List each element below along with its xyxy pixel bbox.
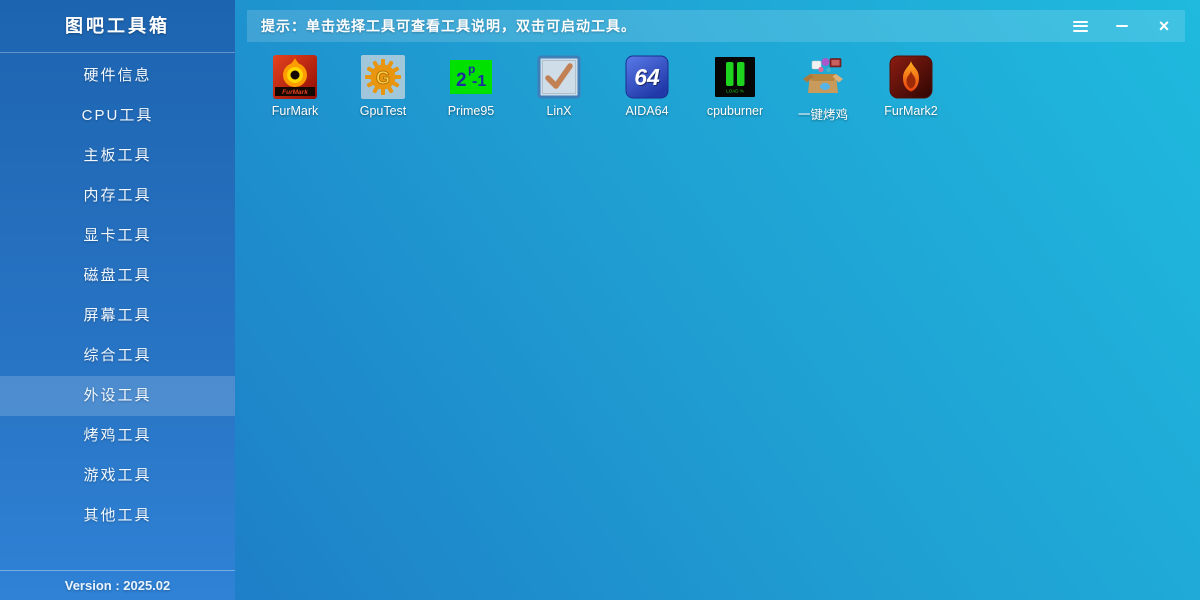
svg-text:FurMark: FurMark [282, 89, 308, 96]
sidebar-item-stresstest-tools[interactable]: 烤鸡工具 [0, 416, 235, 456]
sidebar-item-cpu-tools[interactable]: CPU工具 [0, 96, 235, 136]
yijian-kaoji-icon [801, 55, 845, 99]
tool-furmark[interactable]: FurMark FurMark [251, 55, 339, 123]
sidebar-item-motherboard-tools[interactable]: 主板工具 [0, 136, 235, 176]
sidebar-item-game-tools[interactable]: 游戏工具 [0, 456, 235, 496]
sidebar-nav: 硬件信息CPU工具主板工具内存工具显卡工具磁盘工具屏幕工具综合工具外设工具烤鸡工… [0, 53, 235, 536]
minimize-icon [1116, 25, 1128, 27]
prime95-icon: 2 p -1 [449, 55, 493, 99]
sidebar-item-hardware-info[interactable]: 硬件信息 [0, 56, 235, 96]
tip-text: 提示：单击选择工具可查看工具说明，双击可启动工具。 [247, 16, 1059, 36]
version-label: Version : 2025.02 [0, 570, 235, 600]
sidebar-item-peripheral-tools[interactable]: 外设工具 [0, 376, 235, 416]
sidebar-item-disk-tools[interactable]: 磁盘工具 [0, 256, 235, 296]
sidebar: 图吧工具箱 硬件信息CPU工具主板工具内存工具显卡工具磁盘工具屏幕工具综合工具外… [0, 0, 235, 600]
minimize-button[interactable] [1101, 10, 1143, 42]
sidebar-item-general-tools[interactable]: 综合工具 [0, 336, 235, 376]
menu-button[interactable] [1059, 10, 1101, 42]
gputest-icon: G [361, 55, 405, 99]
tool-cpuburner[interactable]: LOAD % cpuburner [691, 55, 779, 123]
svg-text:64: 64 [634, 64, 660, 90]
sidebar-item-screen-tools[interactable]: 屏幕工具 [0, 296, 235, 336]
linx-icon [537, 55, 581, 99]
window-controls: × [1059, 10, 1185, 42]
furmark-icon: FurMark [273, 55, 317, 99]
tool-gputest[interactable]: G GpuTest [339, 55, 427, 123]
aida64-icon: 64 64 [625, 55, 669, 99]
sidebar-item-memory-tools[interactable]: 内存工具 [0, 176, 235, 216]
svg-text:G: G [376, 68, 390, 88]
close-icon: × [1159, 17, 1170, 35]
svg-text:LOAD %: LOAD % [726, 89, 744, 94]
tool-aida64[interactable]: 64 64 AIDA64 [603, 55, 691, 123]
furmark2-icon [889, 55, 933, 99]
svg-text:-1: -1 [472, 73, 486, 90]
tool-linx[interactable]: LinX [515, 55, 603, 123]
app-title: 图吧工具箱 [0, 0, 235, 53]
hamburger-icon [1073, 21, 1088, 32]
tip-bar: 提示：单击选择工具可查看工具说明，双击可启动工具。 × [247, 10, 1185, 42]
tool-furmark2[interactable]: FurMark2 [867, 55, 955, 123]
svg-text:2: 2 [456, 70, 467, 91]
tool-prime95[interactable]: 2 p -1 Prime95 [427, 55, 515, 123]
close-button[interactable]: × [1143, 10, 1185, 42]
tool-yijian-kaoji[interactable]: 一键烤鸡 [779, 55, 867, 123]
sidebar-item-other-tools[interactable]: 其他工具 [0, 496, 235, 536]
cpuburner-icon: LOAD % [713, 55, 757, 99]
app-window: 提示：单击选择工具可查看工具说明，双击可启动工具。 × FurMark FurM… [0, 0, 1200, 600]
tool-grid: FurMark FurMark G GpuTest 2 p -1 Pri [251, 55, 955, 123]
sidebar-item-gpu-tools[interactable]: 显卡工具 [0, 216, 235, 256]
